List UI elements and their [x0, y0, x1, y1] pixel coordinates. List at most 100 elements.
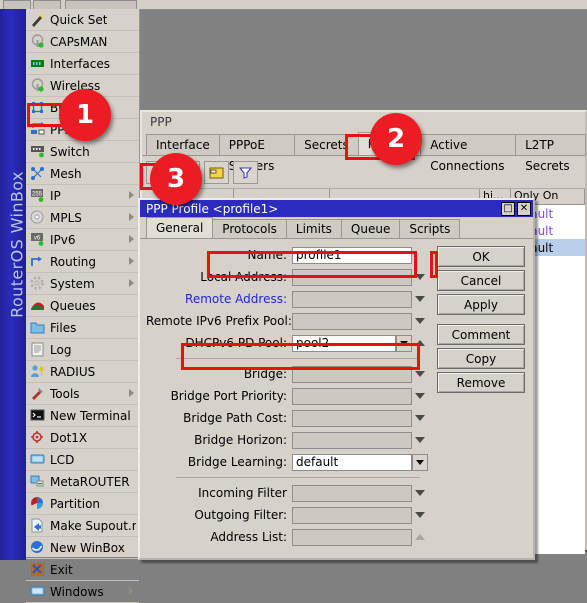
sidebar-item-interfaces[interactable]: Interfaces — [26, 53, 139, 75]
form-row-bridge-learning: Bridge Learning: default — [146, 451, 428, 473]
sidebar-item-windows[interactable]: Windows — [26, 581, 139, 603]
sidebar-item-label: Windows — [50, 584, 104, 599]
dialog-tab-row[interactable]: General Protocols Limits Queue Scripts — [140, 217, 533, 239]
sidebar-item-new-winbox[interactable]: New WinBox — [26, 537, 139, 559]
terminal-icon — [30, 408, 45, 423]
chevron-down-icon[interactable] — [412, 490, 428, 496]
sidebar-item-label: Quick Set — [50, 12, 108, 27]
sidebar-item-queues[interactable]: Queues — [26, 295, 139, 317]
sidebar-item-label: Interfaces — [50, 56, 110, 71]
chevron-down-icon[interactable] — [412, 437, 428, 443]
ok-button[interactable]: OK — [437, 246, 525, 267]
sidebar-item-label: RADIUS — [50, 364, 96, 379]
sidebar-item-label: Make Supout.rif — [50, 518, 136, 533]
wand-icon — [30, 12, 45, 27]
sidebar-item-label: IP — [50, 188, 61, 203]
dropdown-arrow-icon[interactable] — [412, 453, 428, 471]
sidebar-item-label: Mesh — [50, 166, 82, 181]
sidebar-item-mesh[interactable]: Mesh — [26, 163, 139, 185]
input-bridge-path-cost[interactable] — [292, 409, 412, 427]
sidebar-item-log[interactable]: Log — [26, 339, 139, 361]
ppp-toolbar[interactable] — [142, 156, 585, 189]
apply-button[interactable]: Apply — [437, 294, 525, 315]
input-bridge-learning[interactable]: default — [292, 453, 412, 471]
sidebar-item-ip[interactable]: 255 IP — [26, 185, 139, 207]
tab-pppoe-servers[interactable]: PPPoE Servers — [218, 134, 296, 173]
copy-button[interactable]: Copy — [437, 348, 525, 369]
input-incoming-filter[interactable] — [292, 484, 412, 502]
sidebar-item-lcd[interactable]: LCD — [26, 449, 139, 471]
filter-button[interactable] — [233, 160, 258, 184]
sidebar-item-quick-set[interactable]: Quick Set — [26, 9, 139, 31]
close-button[interactable]: ✕ — [517, 201, 531, 216]
sidebar-item-dot1x[interactable]: Dot1X — [26, 427, 139, 449]
sidebar-item-system[interactable]: System — [26, 273, 139, 295]
highlight-cancel-edge — [430, 251, 438, 278]
chevron-down-icon[interactable] — [412, 393, 428, 399]
sidebar-item-switch[interactable]: Switch — [26, 141, 139, 163]
sidebar-item-mpls[interactable]: MPLS — [26, 207, 139, 229]
maximize-button[interactable]: □ — [501, 201, 515, 216]
sidebar-item-make-supout-rif[interactable]: Make Supout.rif — [26, 515, 139, 537]
dialog-title: PPP Profile <profile1> — [146, 201, 279, 216]
cancel-button[interactable]: Cancel — [437, 270, 525, 291]
chevron-down-icon[interactable] — [412, 318, 428, 324]
tab-interface[interactable]: Interface — [146, 134, 220, 155]
input-remote-ipv6-prefix-pool[interactable] — [292, 312, 412, 330]
sidebar-item-partition[interactable]: Partition — [26, 493, 139, 515]
label-bridge-port-priority: Bridge Port Priority: — [170, 389, 287, 403]
capsman-icon — [30, 34, 45, 49]
input-address-list[interactable] — [292, 528, 412, 546]
files-icon — [30, 320, 45, 335]
input-bridge-horizon[interactable] — [292, 431, 412, 449]
input-remote-address[interactable] — [292, 290, 412, 308]
chevron-down-icon[interactable] — [412, 512, 428, 518]
chevron-down-icon[interactable] — [412, 296, 428, 302]
routing-icon — [30, 254, 45, 269]
exit-icon — [30, 562, 45, 577]
chevron-down-icon[interactable] — [412, 415, 428, 421]
supout-icon — [30, 518, 45, 533]
sidebar-item-label: MPLS — [50, 210, 82, 225]
sidebar-item-tools[interactable]: Tools — [26, 383, 139, 405]
sidebar-item-radius[interactable]: RADIUS — [26, 361, 139, 383]
sidebar-item-metarouter[interactable]: MetaROUTER — [26, 471, 139, 493]
comment-button[interactable]: Comment — [437, 324, 525, 345]
chevron-right-icon — [129, 389, 134, 397]
marker-2: 2 — [370, 113, 422, 165]
sidebar-item-routing[interactable]: Routing — [26, 251, 139, 273]
label-remote-ipv6-prefix-pool: Remote IPv6 Prefix Pool: — [146, 314, 292, 328]
log-icon — [30, 342, 45, 357]
sidebar-item-capsman[interactable]: CAPsMAN — [26, 31, 139, 53]
label-bridge-path-cost: Bridge Path Cost: — [183, 411, 287, 425]
dialog-tab-scripts[interactable]: Scripts — [399, 219, 461, 238]
marker-3: 3 — [150, 153, 202, 205]
remove-button[interactable]: Remove — [437, 372, 525, 393]
dialog-form[interactable]: Name: profile1 Local Address: Remote Addres… — [146, 244, 428, 548]
input-outgoing-filter[interactable] — [292, 506, 412, 524]
sidebar-item-new-terminal[interactable]: New Terminal — [26, 405, 139, 427]
form-row-remote-address: Remote Address: — [146, 288, 428, 310]
sidebar-item-label: IPv6 — [50, 232, 76, 247]
mpls-icon — [30, 210, 45, 225]
folder-button[interactable] — [204, 160, 229, 184]
sidebar-item-files[interactable]: Files — [26, 317, 139, 339]
chevron-down-icon[interactable] — [412, 371, 428, 377]
sidebar-item-exit[interactable]: Exit — [26, 559, 139, 581]
desktop-background: RouterOS WinBox Quick Set CAPsMAN Interfac… — [0, 0, 587, 603]
sidebar-item-ipv6[interactable]: v6 IPv6 — [26, 229, 139, 251]
form-divider — [176, 477, 420, 478]
tab-active-connections[interactable]: Active Connections — [420, 134, 517, 173]
ipv6-icon: v6 — [30, 232, 45, 247]
dialog-tab-general[interactable]: General — [146, 217, 214, 238]
dialog-button-column[interactable]: OK Cancel Apply Comment Copy Remove — [437, 246, 525, 396]
dialog-tab-limits[interactable]: Limits — [285, 219, 342, 238]
dialog-tab-queue[interactable]: Queue — [340, 219, 401, 238]
highlight-name-field — [207, 251, 417, 278]
dialog-tab-protocols[interactable]: Protocols — [212, 219, 287, 238]
chevron-up-icon[interactable] — [412, 534, 428, 540]
input-bridge-port-priority[interactable] — [292, 387, 412, 405]
marker-1: 1 — [59, 89, 111, 141]
tab-l2tp-secrets[interactable]: L2TP Secrets — [515, 134, 586, 173]
tools-icon — [30, 386, 45, 401]
